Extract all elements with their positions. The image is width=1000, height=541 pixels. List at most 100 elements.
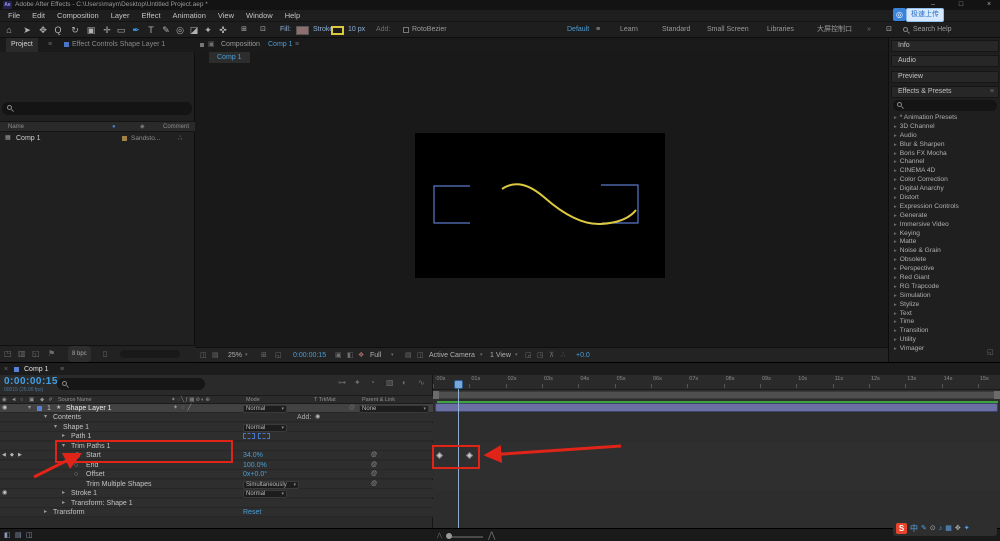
chevron-right-icon[interactable]: ▸ (894, 266, 897, 272)
effect-category[interactable]: ▸ Digital Anarchy (889, 185, 1000, 194)
effects-presets-header[interactable]: Effects & Presets ≡ (891, 86, 999, 98)
frame-blend-icon[interactable]: ▧ (386, 378, 394, 387)
workspace-libraries[interactable]: Libraries (767, 22, 794, 38)
menu-item[interactable]: File (2, 10, 26, 21)
adjust-exposure-icon[interactable]: ∴ (561, 348, 565, 363)
add-property-icon[interactable]: ◉ (315, 413, 320, 422)
project-flag-icon[interactable]: ⚑ (48, 346, 55, 362)
chevron-right-icon[interactable]: ▸ (894, 302, 897, 308)
panel-corner-icon[interactable]: ◱ (987, 348, 994, 356)
work-area-end-handle[interactable] (994, 391, 1000, 399)
puppet-tool[interactable]: ✜ (216, 22, 230, 38)
ime-hand-icon[interactable]: ✥ (955, 524, 961, 532)
rotobezier-checkbox[interactable] (403, 27, 409, 33)
color-depth-button[interactable]: 8 bpc (68, 346, 91, 362)
composition-flowchart-icon[interactable]: ⊶ (338, 378, 346, 387)
start-value[interactable]: 34.0% (243, 451, 263, 460)
resolution-dropdown[interactable]: Full (370, 348, 381, 363)
menu-item[interactable]: Effect (135, 10, 166, 21)
tab-effect-controls[interactable]: Effect Controls Shape Layer 1 (72, 38, 165, 51)
effect-category[interactable]: ▸ Audio (889, 132, 1000, 141)
project-item-row[interactable]: ▦ Comp 1 Sandsto... ∴ (0, 133, 195, 144)
effect-category[interactable]: ▸ Color Correction (889, 176, 1000, 185)
ime-pen-icon[interactable]: ✎ (921, 524, 927, 532)
effect-category[interactable]: ▸ Keying (889, 230, 1000, 239)
info-panel-header[interactable]: Info (891, 40, 999, 52)
stopwatch-icon[interactable]: ○ (74, 461, 78, 470)
graph-editor-icon[interactable]: ∿ (418, 378, 425, 387)
chevron-right-icon[interactable]: ▸ (894, 275, 897, 281)
label-column-icon[interactable]: ● (112, 122, 116, 132)
parent-dropdown[interactable]: None ▾ (359, 405, 429, 413)
chevron-right-icon[interactable]: ▸ (894, 311, 897, 317)
effect-category[interactable]: ▸ 3D Channel (889, 123, 1000, 132)
workspace-menu-icon[interactable]: ≡ (591, 22, 605, 38)
ime-language-icon[interactable]: 中 (910, 523, 918, 534)
twirl-closed-icon[interactable]: ▸ (62, 432, 65, 441)
trim-start-row[interactable]: ◀ ◆ ▶ ◷ Start 34.0% @ (0, 451, 433, 460)
trim-offset-row[interactable]: ○ Offset 0x+0.0° @ (0, 470, 433, 479)
trim-multiple-shapes-dropdown[interactable]: Simultaneously ▾ (243, 481, 299, 489)
roto-brush-tool[interactable]: ✦ (201, 22, 215, 38)
project-item-name[interactable]: Comp 1 (16, 133, 41, 144)
contents-row[interactable]: ▾ Contents Add: ◉ (0, 413, 433, 422)
chevron-right-icon[interactable]: ▸ (894, 204, 897, 210)
work-area-start-handle[interactable] (433, 391, 439, 399)
timeline-zoom-track[interactable] (447, 536, 483, 538)
effect-category[interactable]: ▸ Matte (889, 238, 1000, 247)
ime-toolbox-icon[interactable]: ✦ (964, 524, 970, 532)
magnification-dropdown[interactable]: 25% (228, 348, 242, 363)
stroke-swatch[interactable] (331, 26, 344, 35)
expression-pickwhip-icon[interactable]: @ (371, 451, 377, 460)
effect-category[interactable]: ▸ Immersive Video (889, 221, 1000, 230)
trim-multiple-shapes-row[interactable]: Trim Multiple Shapes Simultaneously ▾ @ (0, 480, 433, 489)
effect-category[interactable]: ▸ Red Giant (889, 274, 1000, 283)
effect-category[interactable]: ▸ Text (889, 310, 1000, 319)
channels-icon[interactable]: ❖ (358, 348, 364, 363)
path-label[interactable]: Path 1 (71, 432, 91, 441)
view-count-dropdown[interactable]: 1 View (490, 348, 511, 363)
path-shape-icon[interactable] (243, 433, 255, 439)
close-button[interactable]: × (982, 0, 996, 10)
hide-shy-icon[interactable]: ◔ (370, 378, 375, 387)
workspace-learn[interactable]: Learn (620, 22, 638, 38)
selection-tool[interactable]: ➤ (20, 22, 34, 38)
start-label[interactable]: Start (86, 451, 101, 460)
type-tool[interactable]: T (144, 22, 158, 38)
trim-paths-label[interactable]: Trim Paths 1 (71, 442, 110, 451)
menu-item[interactable]: Composition (51, 10, 105, 21)
ime-keyboard-icon[interactable]: ▦ (945, 524, 952, 532)
snapshot-icon[interactable]: ▣ (335, 348, 342, 363)
transform-reset-link[interactable]: Reset (243, 508, 261, 517)
chevron-right-icon[interactable]: ▸ (894, 177, 897, 183)
mode-column[interactable]: Mode (246, 396, 260, 404)
view-options-icon[interactable]: ◳ (537, 348, 544, 363)
shape-group-label[interactable]: Shape 1 (63, 423, 89, 432)
fill-label[interactable]: Fill: (280, 22, 291, 38)
draft-3d-icon[interactable]: ✦ (354, 378, 361, 387)
eraser-tool[interactable]: ◪ (187, 22, 201, 38)
menu-item[interactable]: Animation (167, 10, 212, 21)
shape-group-row[interactable]: ▾ Shape 1 Normal ▾ (0, 423, 433, 432)
camera-tool[interactable]: ▣ (84, 22, 98, 38)
panel-menu-icon[interactable]: ≡ (990, 87, 994, 97)
workspace-custom[interactable]: 大屏控制口 (817, 22, 852, 38)
chevron-right-icon[interactable]: ▸ (894, 115, 897, 121)
playhead-handle[interactable] (454, 380, 463, 389)
stroke-blend-dropdown[interactable]: Normal ▾ (243, 490, 287, 498)
expression-pickwhip-icon[interactable]: @ (371, 470, 377, 479)
prev-keyframe-icon[interactable]: ◀ (2, 451, 6, 460)
chevron-right-icon[interactable]: ▸ (894, 151, 897, 157)
layer-switches[interactable]: ✦◌╱ (173, 404, 194, 413)
twirl-open-icon[interactable]: ▾ (44, 413, 47, 422)
chevron-right-icon[interactable]: ▸ (894, 346, 897, 352)
effect-category[interactable]: ▸ Stylize (889, 301, 1000, 310)
comp-viewer[interactable] (195, 63, 888, 347)
view-layout-dropdown[interactable]: Active Camera (429, 348, 475, 363)
time-ruler[interactable]: :00s 01s 02s 03s 04s 05s 06s 07s 08s 09s 10s 11s 12s… (433, 375, 1000, 390)
pan-behind-tool[interactable]: ✛ (100, 22, 114, 38)
trash-icon[interactable]: ▯ (103, 346, 107, 362)
current-timecode[interactable]: 0:00:00:15 (4, 376, 58, 387)
twirl-closed-icon[interactable]: ▸ (62, 499, 65, 508)
chevron-right-icon[interactable]: ▸ (894, 222, 897, 228)
